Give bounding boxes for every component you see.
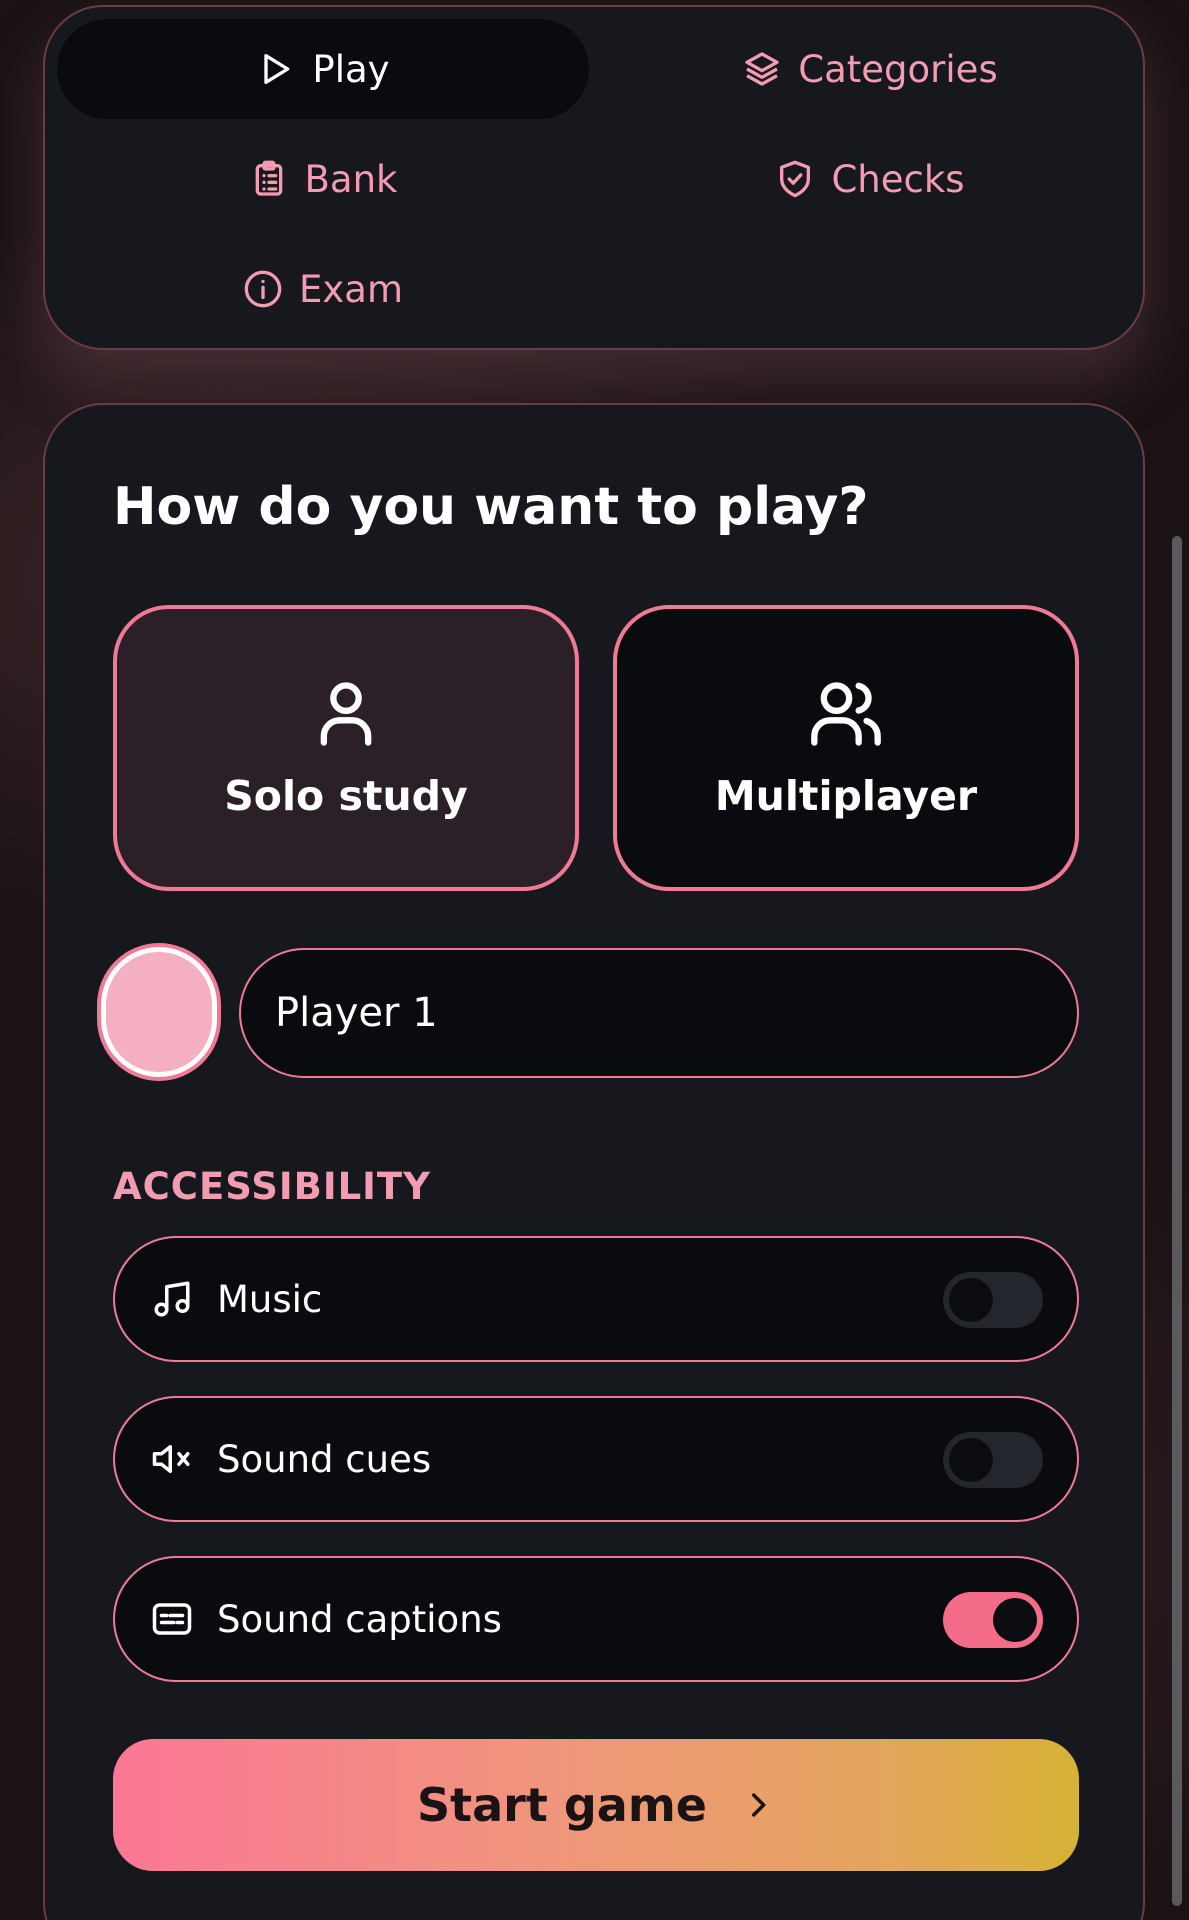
start-game-label: Start game	[417, 1778, 707, 1832]
scrollbar[interactable]	[1172, 536, 1182, 1906]
toggle-label: Sound captions	[217, 1597, 502, 1641]
toggle-label: Music	[217, 1277, 323, 1321]
avatar-color-picker[interactable]	[101, 947, 217, 1077]
nav-panel: Play Categories Bank Checks Exam	[43, 5, 1145, 350]
info-icon	[244, 270, 282, 308]
toggle-label: Sound cues	[217, 1437, 432, 1481]
captions-icon	[152, 1603, 192, 1635]
mode-label: Multiplayer	[714, 772, 978, 820]
game-setup-panel: How do you want to play? Solo study Mult…	[43, 403, 1145, 1920]
sound-captions-toggle-row[interactable]: Sound captions	[113, 1556, 1079, 1682]
nav-tab-label: Categories	[798, 47, 998, 91]
switch-knob	[993, 1598, 1037, 1642]
music-toggle-row[interactable]: Music	[113, 1236, 1079, 1362]
mode-solo-study-button[interactable]: Solo study	[113, 605, 579, 891]
music-switch[interactable]	[943, 1272, 1043, 1328]
play-icon	[264, 54, 290, 85]
sound-cues-toggle-row[interactable]: Sound cues	[113, 1396, 1079, 1522]
nav-tab-play[interactable]: Play	[57, 19, 589, 119]
nav-tab-label: Exam	[299, 267, 403, 311]
nav-tab-label: Play	[312, 47, 390, 91]
shield-check-icon	[780, 160, 811, 198]
nav-tab-label: Bank	[304, 157, 398, 201]
user-icon	[320, 682, 372, 746]
player-name-input[interactable]	[239, 948, 1079, 1078]
accessibility-section-label: ACCESSIBILITY	[113, 1165, 431, 1208]
users-icon	[811, 682, 881, 746]
nav-tab-bank[interactable]: Bank	[57, 129, 589, 229]
mode-multiplayer-button[interactable]: Multiplayer	[613, 605, 1079, 891]
switch-knob	[949, 1438, 993, 1482]
music-icon	[154, 1281, 190, 1317]
nav-tab-checks[interactable]: Checks	[605, 129, 1135, 229]
nav-tab-categories[interactable]: Categories	[605, 19, 1135, 119]
volume-mute-icon	[152, 1445, 190, 1473]
nav-tab-exam[interactable]: Exam	[57, 239, 589, 339]
layers-icon	[745, 52, 779, 86]
page-title: How do you want to play?	[113, 477, 869, 537]
sound-captions-switch[interactable]	[943, 1592, 1043, 1648]
switch-knob	[949, 1278, 993, 1322]
start-game-button[interactable]: Start game	[113, 1739, 1079, 1871]
mode-label: Solo study	[224, 772, 468, 820]
nav-tab-label: Checks	[831, 157, 965, 201]
sound-cues-switch[interactable]	[943, 1432, 1043, 1488]
clipboard-icon	[255, 160, 282, 196]
chevron-right-icon	[751, 1793, 766, 1817]
